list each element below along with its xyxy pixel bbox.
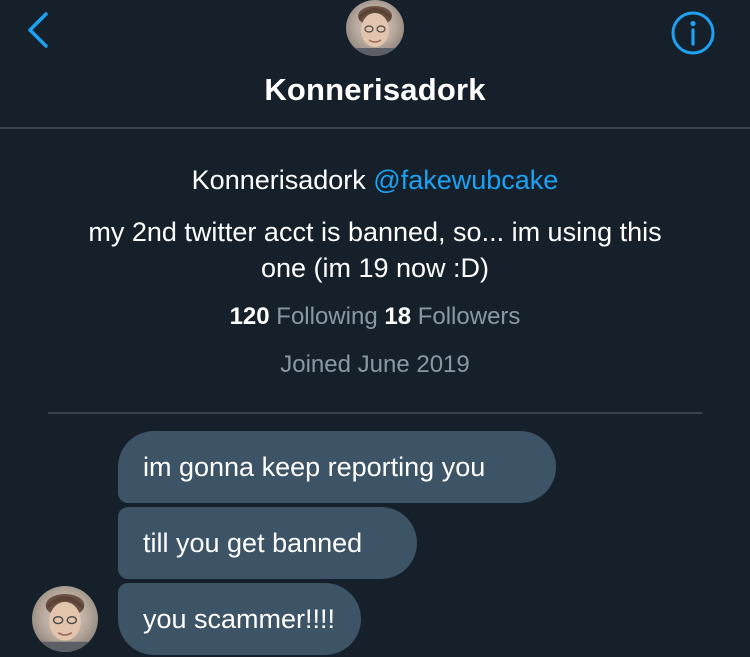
followers-count[interactable]: 18 <box>384 303 411 330</box>
back-button[interactable] <box>22 10 58 50</box>
header-avatar[interactable] <box>346 0 404 56</box>
person-photo-icon <box>352 6 398 56</box>
profile-name-line: Konnerisadork @fakewubcake <box>0 160 750 200</box>
info-button[interactable] <box>668 8 718 58</box>
profile-bio: my 2nd twitter acct is banned, so... im … <box>88 217 662 283</box>
message-bubble[interactable]: im gonna keep reporting you <box>118 431 556 503</box>
profile-joined-date: Joined June 2019 <box>280 351 470 378</box>
profile-stats: 120 Following 18 Followers <box>0 300 750 334</box>
message-bubble[interactable]: till you get banned <box>118 507 417 579</box>
section-divider <box>48 412 702 414</box>
profile-handle[interactable]: @fakewubcake <box>373 165 558 195</box>
conversation-title: Konnerisadork <box>264 72 486 107</box>
conversation-header: Konnerisadork <box>0 0 750 127</box>
sender-avatar[interactable] <box>32 586 98 652</box>
followers-label[interactable]: Followers <box>418 303 521 330</box>
chevron-left-icon <box>28 12 48 48</box>
profile-name[interactable]: Konnerisadork <box>192 165 366 195</box>
profile-summary: Konnerisadork @fakewubcake my 2nd twitte… <box>0 160 750 382</box>
header-divider <box>0 127 750 129</box>
following-count[interactable]: 120 <box>230 303 270 330</box>
person-photo-icon <box>38 593 92 652</box>
following-label[interactable]: Following <box>276 303 377 330</box>
info-icon <box>671 11 715 55</box>
message-bubble[interactable]: you scammer!!!! <box>118 583 361 655</box>
